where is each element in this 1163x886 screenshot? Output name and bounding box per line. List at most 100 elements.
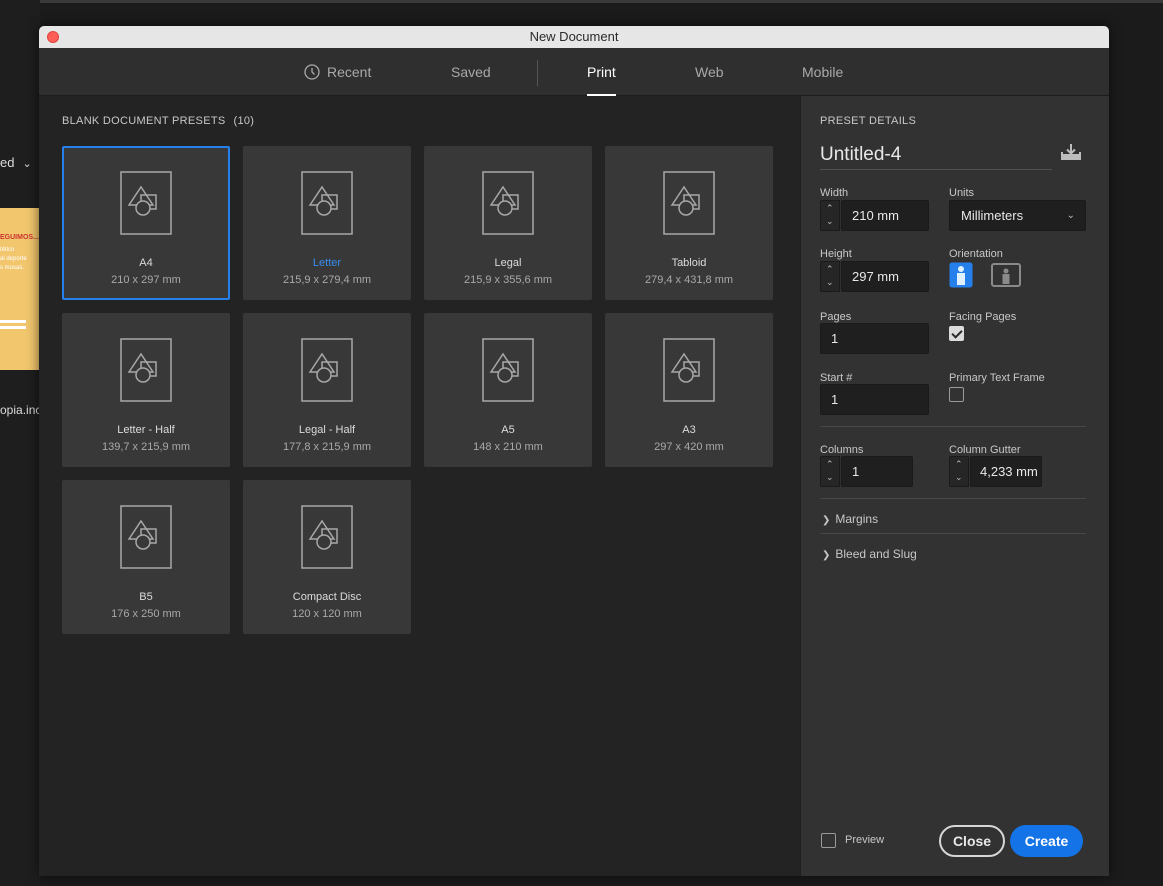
preset-dimensions: 297 x 420 mm: [654, 441, 724, 453]
bleed-and-slug-section[interactable]: ❯ Bleed and Slug: [822, 547, 917, 561]
presets-title: BLANK DOCUMENT PRESETS: [62, 115, 226, 127]
document-preset-icon: [120, 338, 172, 402]
pages-label: Pages: [820, 311, 852, 323]
document-preset-icon: [301, 171, 353, 235]
chevron-down-icon[interactable]: ⌄: [826, 277, 834, 288]
clock-icon: [304, 64, 320, 80]
bleed-and-slug-label: Bleed and Slug: [835, 547, 917, 561]
width-input[interactable]: 210 mm: [841, 200, 929, 231]
close-button[interactable]: Close: [939, 825, 1005, 857]
preset-card[interactable]: A5 148 x 210 mm: [424, 313, 592, 467]
document-preset-icon: [482, 338, 534, 402]
preset-details-panel: PRESET DETAILS Untitled-4 Width ⌃ ⌄ 210 m…: [800, 96, 1109, 876]
divider: [820, 533, 1086, 534]
background-app-bar: [0, 0, 1163, 3]
start-label: Start #: [820, 372, 853, 384]
primary-text-frame-checkbox[interactable]: [949, 387, 964, 402]
background-dropdown[interactable]: ed ⌄: [0, 155, 32, 170]
height-stepper[interactable]: ⌃ ⌄: [820, 261, 840, 292]
tab-mobile-label: Mobile: [802, 64, 844, 80]
tab-recent-label: Recent: [327, 64, 372, 80]
thumbnail-line: s musas.: [0, 265, 25, 271]
chevron-up-icon[interactable]: ⌃: [826, 203, 834, 214]
chevron-down-icon: ⌄: [22, 158, 32, 170]
chevron-up-icon[interactable]: ⌃: [955, 459, 963, 470]
gutter-stepper[interactable]: ⌃ ⌄: [949, 456, 969, 487]
chevron-up-icon[interactable]: ⌃: [826, 459, 834, 470]
blank-presets-panel: BLANK DOCUMENT PRESETS (10) A4 210 x 297 m…: [39, 96, 800, 876]
create-button[interactable]: Create: [1010, 825, 1083, 857]
units-label: Units: [949, 187, 975, 199]
margins-label: Margins: [835, 512, 879, 526]
tab-web[interactable]: Web: [695, 48, 724, 96]
preset-name: A5: [501, 424, 515, 436]
preset-name: Tabloid: [671, 257, 707, 269]
document-name-field[interactable]: Untitled-4: [820, 142, 1052, 170]
portrait-orientation-icon[interactable]: [949, 262, 973, 288]
units-select[interactable]: Millimeters ⌄: [949, 200, 1086, 231]
category-tabs: Recent Saved Print Web Mobile: [39, 48, 1109, 96]
preset-dimensions: 279,4 x 431,8 mm: [644, 274, 734, 286]
preset-card[interactable]: Legal - Half 177,8 x 215,9 mm: [243, 313, 411, 467]
width-label: Width: [820, 187, 849, 199]
columns-stepper[interactable]: ⌃ ⌄: [820, 456, 840, 487]
width-stepper[interactable]: ⌃ ⌄: [820, 200, 840, 231]
thumbnail-line: tético: [0, 247, 15, 253]
preset-card[interactable]: Letter - Half 139,7 x 215,9 mm: [62, 313, 230, 467]
chevron-up-icon[interactable]: ⌃: [826, 264, 834, 275]
height-label: Height: [820, 248, 852, 260]
columns-input[interactable]: 1: [841, 456, 913, 487]
tab-mobile[interactable]: Mobile: [802, 48, 843, 96]
landscape-orientation-icon[interactable]: [991, 262, 1021, 288]
presets-count: (10): [233, 115, 255, 127]
preset-dimensions: 120 x 120 mm: [292, 608, 362, 620]
chevron-right-icon: ❯: [822, 515, 831, 526]
columns-label: Columns: [820, 444, 864, 456]
preset-card[interactable]: Letter 215,9 x 279,4 mm: [243, 146, 411, 300]
start-input[interactable]: 1: [820, 384, 929, 415]
preset-card[interactable]: A4 210 x 297 mm: [62, 146, 230, 300]
preset-dimensions: 210 x 297 mm: [111, 274, 181, 286]
margins-section[interactable]: ❯ Margins: [822, 512, 878, 526]
orientation-label: Orientation: [949, 248, 1003, 260]
column-gutter-input[interactable]: 4,233 mm: [970, 456, 1042, 487]
chevron-down-icon[interactable]: ⌄: [955, 472, 963, 483]
chevron-down-icon[interactable]: ⌄: [826, 216, 834, 227]
dialog-titlebar: New Document: [39, 26, 1109, 48]
preset-card[interactable]: Legal 215,9 x 355,6 mm: [424, 146, 592, 300]
tab-print-label: Print: [587, 64, 616, 80]
preset-dimensions: 176 x 250 mm: [111, 608, 181, 620]
tab-print[interactable]: Print: [587, 48, 616, 96]
tab-saved-label: Saved: [451, 64, 491, 80]
divider: [820, 498, 1086, 499]
dialog-title: New Document: [529, 29, 619, 44]
pages-input[interactable]: 1: [820, 323, 929, 354]
preset-card[interactable]: A3 297 x 420 mm: [605, 313, 773, 467]
preset-name: Legal: [494, 257, 522, 269]
preset-name: Compact Disc: [292, 591, 362, 603]
thumbnail-heading: EGUIMOS...: [0, 234, 39, 241]
preset-dimensions: 148 x 210 mm: [473, 441, 543, 453]
height-input[interactable]: 297 mm: [841, 261, 929, 292]
save-preset-icon[interactable]: [1060, 143, 1082, 161]
facing-pages-checkbox[interactable]: [949, 326, 964, 341]
tab-saved[interactable]: Saved: [451, 48, 491, 96]
chevron-down-icon[interactable]: ⌄: [826, 472, 834, 483]
tab-recent[interactable]: Recent: [304, 48, 371, 96]
facing-pages-label: Facing Pages: [949, 311, 1017, 323]
details-title: PRESET DETAILS: [820, 115, 917, 127]
preview-checkbox[interactable]: [821, 833, 836, 848]
preset-dimensions: 215,9 x 355,6 mm: [463, 274, 553, 286]
preset-card[interactable]: B5 176 x 250 mm: [62, 480, 230, 634]
preset-card[interactable]: Compact Disc 120 x 120 mm: [243, 480, 411, 634]
background-filename[interactable]: opia.inc: [0, 403, 40, 417]
background-recent-thumbnail[interactable]: EGUIMOS... tético al deporte s musas.: [0, 208, 40, 370]
preset-card[interactable]: Tabloid 279,4 x 431,8 mm: [605, 146, 773, 300]
document-preset-icon: [482, 171, 534, 235]
tab-web-label: Web: [695, 64, 724, 80]
primary-text-frame-label: Primary Text Frame: [949, 372, 1045, 384]
thumbnail-bar: [0, 326, 26, 329]
close-window-icon[interactable]: [47, 31, 59, 43]
presets-heading: BLANK DOCUMENT PRESETS (10): [62, 115, 254, 127]
preset-name: Letter - Half: [117, 424, 175, 436]
